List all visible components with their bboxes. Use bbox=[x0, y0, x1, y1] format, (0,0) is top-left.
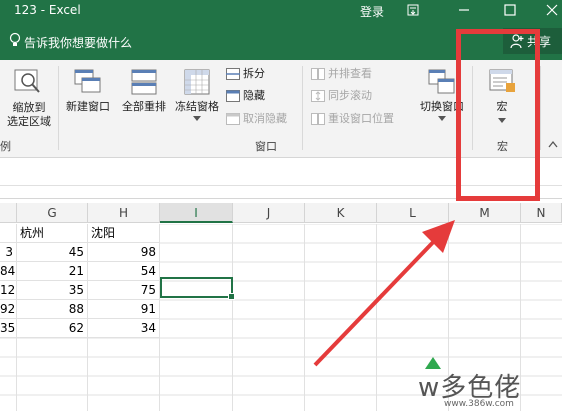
sync-scroll-icon bbox=[311, 90, 325, 102]
view-side-by-side-button[interactable]: 并排查看 bbox=[311, 66, 372, 82]
view-side-by-side-label: 并排查看 bbox=[328, 67, 372, 80]
unhide-button[interactable]: 取消隐藏 bbox=[226, 111, 287, 127]
tell-me-search[interactable]: 告诉我你想要做什么 bbox=[24, 34, 132, 51]
zoom-to-selection-label-1: 缩放到 bbox=[12, 101, 46, 114]
group-label-left: 例 bbox=[0, 140, 11, 153]
column-header-g[interactable]: G bbox=[17, 203, 88, 223]
reset-position-icon bbox=[311, 113, 325, 125]
freeze-panes-button[interactable]: 冻结窗格 bbox=[171, 68, 223, 128]
split-button[interactable]: 拆分 bbox=[226, 66, 265, 82]
arrange-all-label: 全部重排 bbox=[122, 100, 166, 113]
watermark-url: www.386w.com bbox=[444, 399, 514, 409]
split-label: 拆分 bbox=[243, 67, 265, 80]
column-header-i[interactable]: I bbox=[160, 203, 233, 223]
new-window-icon bbox=[74, 69, 101, 93]
chevron-down-icon bbox=[193, 116, 201, 121]
separator bbox=[540, 66, 541, 150]
highlight-box bbox=[456, 29, 540, 201]
unhide-window-icon bbox=[226, 113, 240, 125]
collapse-ribbon-icon[interactable] bbox=[548, 140, 558, 148]
ribbon-display-options-icon[interactable] bbox=[405, 2, 421, 18]
unhide-label: 取消隐藏 bbox=[243, 112, 287, 125]
separator bbox=[302, 66, 303, 150]
reset-window-position-button[interactable]: 重设窗口位置 bbox=[311, 111, 394, 127]
chevron-down-icon bbox=[438, 116, 446, 121]
column-header-n[interactable]: N bbox=[521, 203, 562, 223]
column-header-j[interactable]: J bbox=[233, 203, 305, 223]
column-header-h[interactable]: H bbox=[88, 203, 160, 223]
zoom-to-selection-label-2: 选定区域 bbox=[7, 115, 51, 128]
arrange-all-button[interactable]: 全部重排 bbox=[117, 68, 171, 118]
window-title: 123 - Excel bbox=[14, 3, 81, 17]
hide-window-icon bbox=[226, 90, 240, 102]
minimize-icon[interactable] bbox=[456, 2, 472, 18]
zoom-selection-icon bbox=[14, 69, 40, 93]
arrange-all-icon bbox=[131, 69, 157, 95]
new-window-label: 新建窗口 bbox=[66, 100, 110, 113]
switch-windows-icon bbox=[428, 69, 455, 94]
zoom-to-selection-button[interactable]: 缩放到 选定区域 bbox=[2, 68, 56, 132]
close-icon[interactable] bbox=[544, 2, 560, 18]
fill-handle[interactable] bbox=[228, 293, 235, 300]
title-bar: 123 - Excel 登录 bbox=[0, 0, 562, 21]
reset-window-position-label: 重设窗口位置 bbox=[328, 112, 394, 125]
column-header-partial[interactable] bbox=[0, 203, 17, 223]
sync-scroll-button[interactable]: 同步滚动 bbox=[311, 88, 372, 104]
hide-button[interactable]: 隐藏 bbox=[226, 88, 265, 104]
lightbulb-icon bbox=[9, 32, 21, 46]
freeze-panes-label: 冻结窗格 bbox=[175, 100, 219, 113]
split-icon bbox=[226, 68, 240, 80]
new-window-button[interactable]: 新建窗口 bbox=[61, 68, 115, 118]
maximize-icon[interactable] bbox=[502, 2, 518, 18]
separator bbox=[58, 66, 59, 150]
login-link[interactable]: 登录 bbox=[360, 3, 384, 20]
sync-scroll-label: 同步滚动 bbox=[328, 89, 372, 102]
red-arrow-annotation bbox=[313, 220, 455, 367]
hide-label: 隐藏 bbox=[243, 89, 265, 102]
freeze-panes-icon bbox=[184, 69, 210, 95]
active-cell[interactable] bbox=[160, 277, 235, 300]
group-label-window: 窗口 bbox=[255, 140, 277, 153]
side-by-side-icon bbox=[311, 68, 325, 80]
